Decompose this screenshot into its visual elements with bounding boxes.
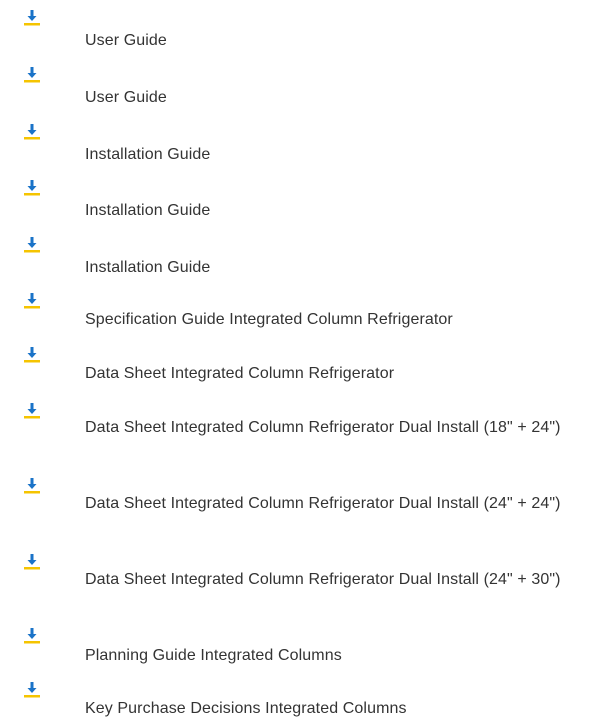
download-icon[interactable]	[22, 291, 42, 311]
download-icon[interactable]	[22, 235, 42, 255]
document-link[interactable]: Installation Guide	[85, 199, 590, 223]
document-link[interactable]: Data Sheet Integrated Column Refrigerato…	[85, 492, 590, 516]
download-icon[interactable]	[22, 552, 42, 572]
download-icon[interactable]	[22, 680, 42, 700]
document-link[interactable]: User Guide	[85, 29, 590, 53]
download-icon[interactable]	[22, 401, 42, 421]
document-link[interactable]: Data Sheet Integrated Column Refrigerato…	[85, 362, 590, 386]
document-link[interactable]: Key Purchase Decisions Integrated Column…	[85, 697, 590, 721]
download-icon[interactable]	[22, 8, 42, 28]
document-link[interactable]: Installation Guide	[85, 256, 590, 280]
download-icon[interactable]	[22, 178, 42, 198]
document-link[interactable]: User Guide	[85, 86, 590, 110]
document-link[interactable]: Specification Guide Integrated Column Re…	[85, 308, 590, 332]
document-link[interactable]: Installation Guide	[85, 143, 590, 167]
download-icon[interactable]	[22, 345, 42, 365]
document-link[interactable]: Data Sheet Integrated Column Refrigerato…	[85, 416, 590, 440]
document-link[interactable]: Planning Guide Integrated Columns	[85, 644, 590, 668]
download-icon[interactable]	[22, 65, 42, 85]
download-icon[interactable]	[22, 476, 42, 496]
download-icon[interactable]	[22, 122, 42, 142]
download-icon[interactable]	[22, 626, 42, 646]
document-link[interactable]: Data Sheet Integrated Column Refrigerato…	[85, 568, 590, 592]
